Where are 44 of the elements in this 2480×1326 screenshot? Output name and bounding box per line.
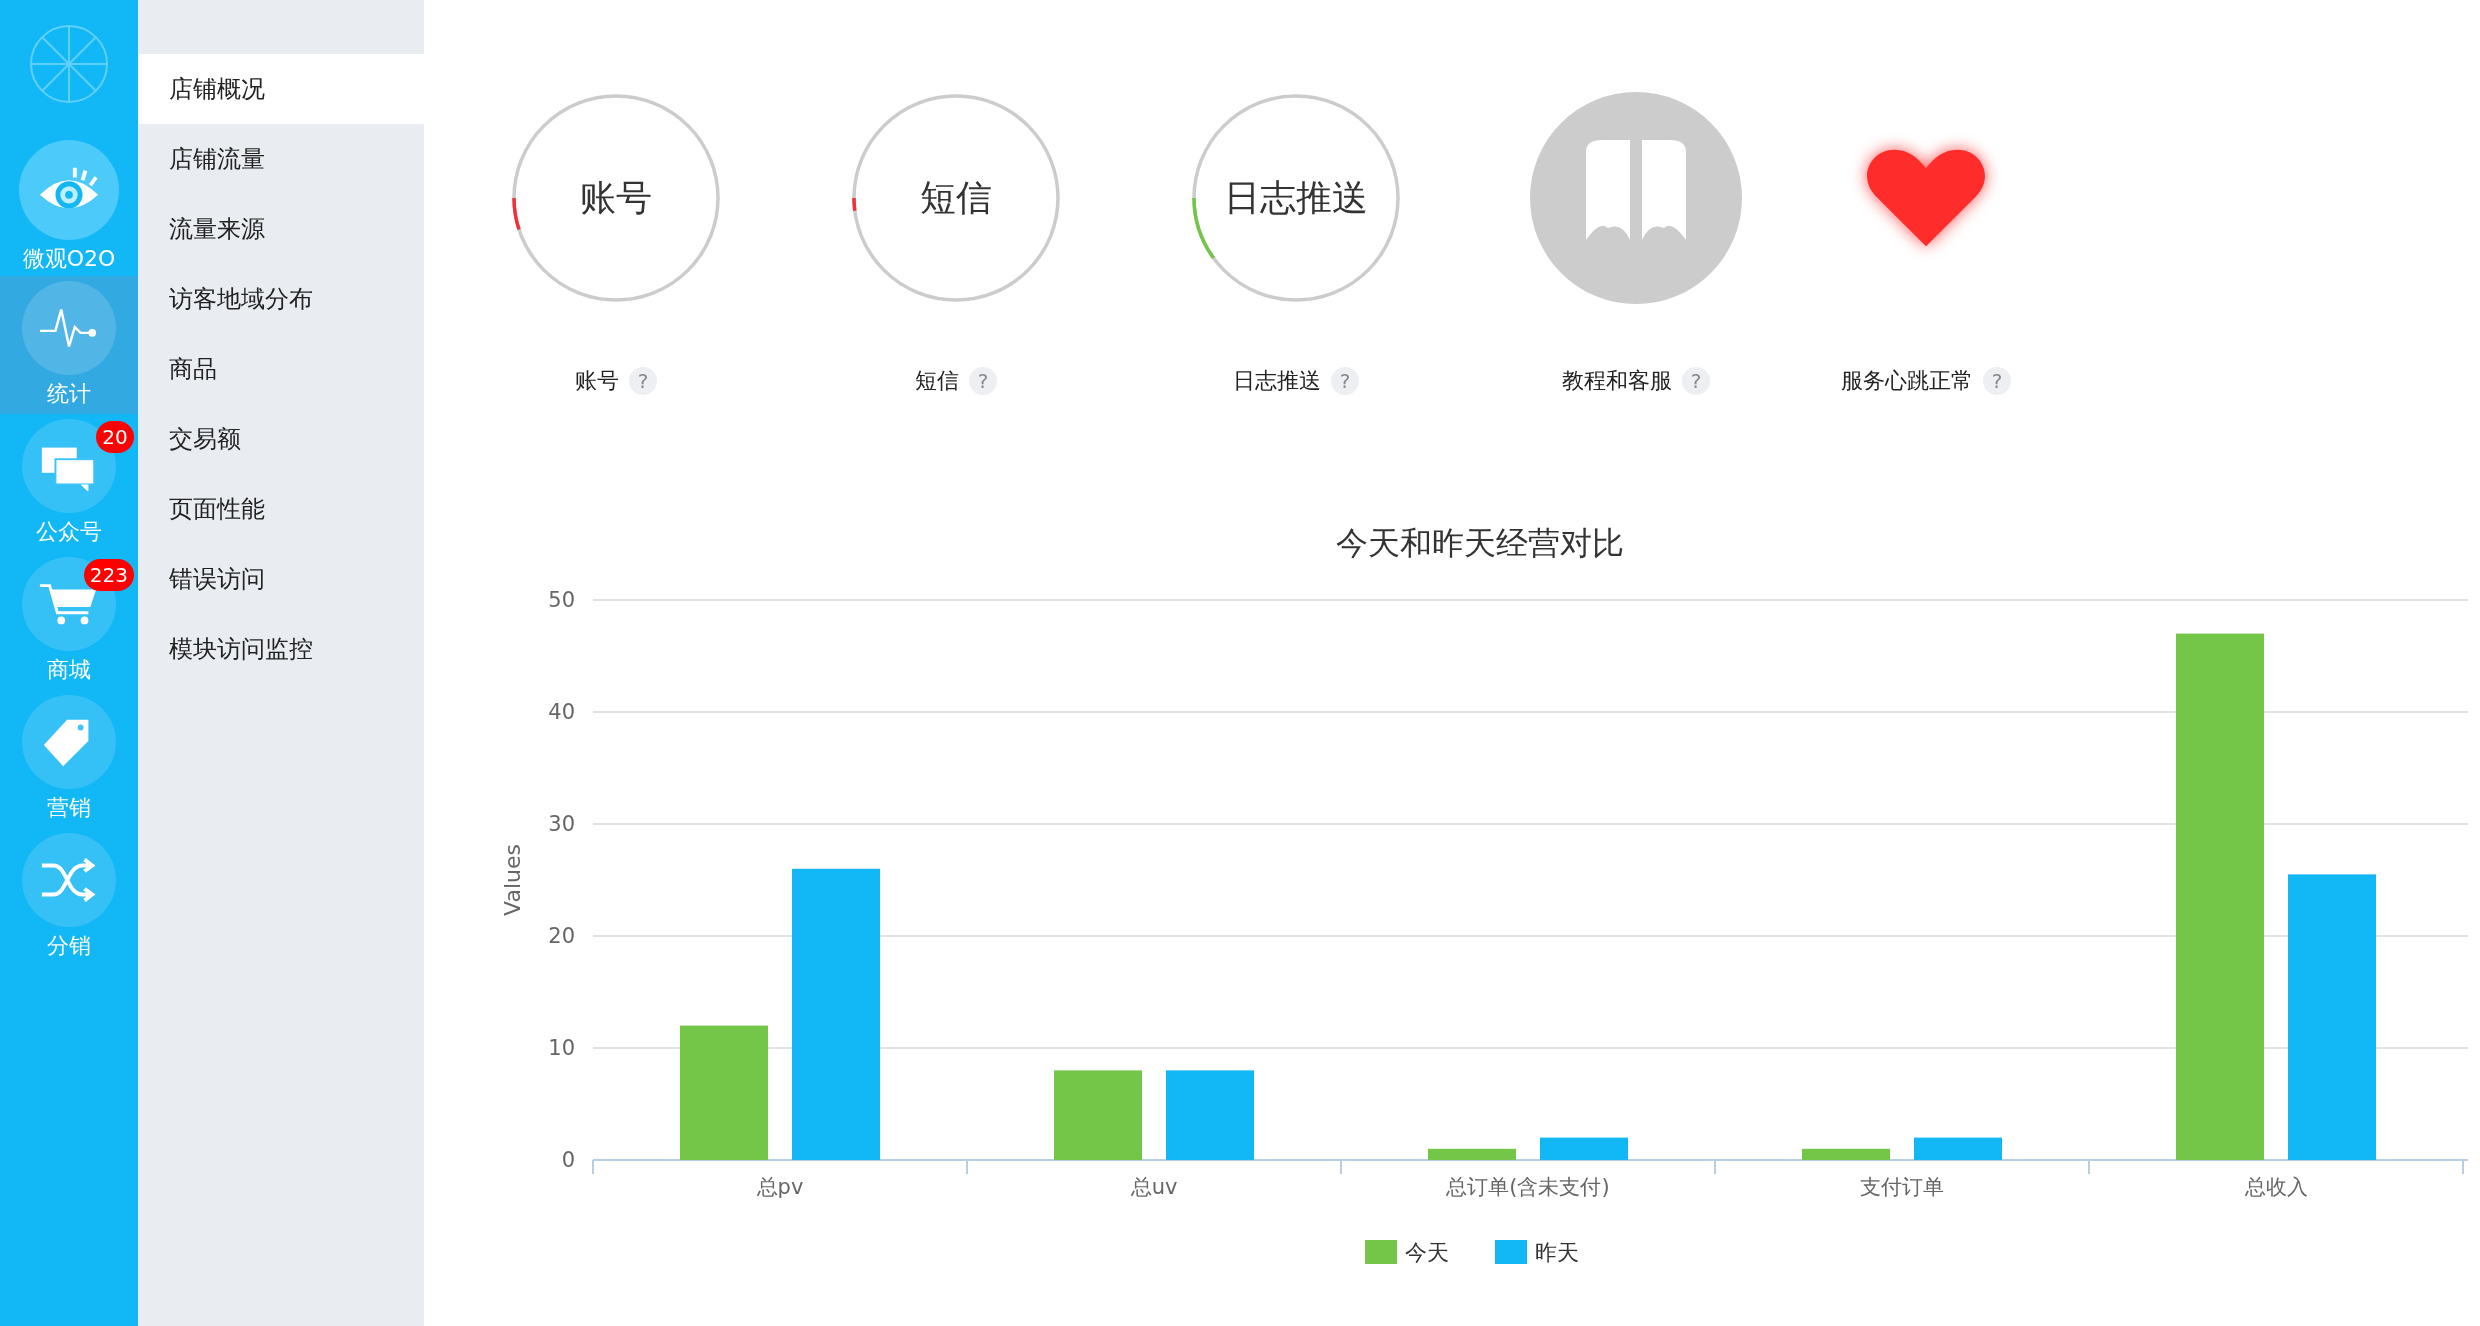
- chart-title: 今天和昨天经营对比: [1336, 524, 1624, 562]
- y-tick-label: 50: [548, 588, 575, 612]
- x-tick-label: 支付订单: [1860, 1175, 1944, 1199]
- nav-item[interactable]: 20 公众号: [0, 414, 138, 552]
- ring-title: 短信: [920, 175, 992, 220]
- y-tick-label: 30: [548, 812, 575, 836]
- status-label: 短信: [915, 367, 959, 395]
- wheel-logo-icon: [29, 24, 109, 104]
- menu-item[interactable]: 交易额: [138, 404, 424, 474]
- x-tick-label: 总收入: [2244, 1175, 2308, 1199]
- menu-item[interactable]: 访客地域分布: [138, 264, 424, 334]
- x-tick-label: 总pv: [756, 1175, 804, 1199]
- legend-label[interactable]: 今天: [1405, 1240, 1449, 1265]
- status-label: 日志推送: [1233, 367, 1321, 395]
- y-tick-label: 10: [548, 1036, 575, 1060]
- nav-label: 商城: [47, 656, 91, 684]
- menu-item[interactable]: 店铺概况: [138, 54, 424, 124]
- y-axis-title: Values: [500, 844, 525, 916]
- ring-title: 日志推送: [1224, 175, 1368, 220]
- legend-label[interactable]: 昨天: [1535, 1240, 1579, 1265]
- y-tick-label: 40: [548, 700, 575, 724]
- status-label: 账号: [575, 367, 619, 395]
- nav-label: 公众号: [36, 518, 102, 546]
- menu-item[interactable]: 模块访问监控: [138, 614, 424, 684]
- nav-label: 营销: [47, 794, 91, 822]
- count-badge: 20: [96, 421, 134, 453]
- menu-item[interactable]: 商品: [138, 334, 424, 404]
- y-tick-label: 20: [548, 924, 575, 948]
- ring-title: 账号: [580, 175, 652, 220]
- nav-label: 统计: [47, 380, 91, 408]
- status-label: 服务心跳正常: [1841, 367, 1973, 395]
- menu-item[interactable]: 页面性能: [138, 474, 424, 544]
- book-icon[interactable]: [1530, 92, 1742, 304]
- nav-label: 分销: [47, 932, 91, 960]
- x-tick-label: 总uv: [1130, 1175, 1178, 1199]
- nav-label: 微观O2O: [22, 245, 116, 273]
- status-label: 教程和客服: [1562, 367, 1672, 395]
- menu-item[interactable]: 流量来源: [138, 194, 424, 264]
- menu-item[interactable]: 错误访问: [138, 544, 424, 614]
- x-tick-label: 总订单(含未支付): [1446, 1175, 1610, 1199]
- count-badge: 223: [83, 559, 134, 591]
- nav-item[interactable]: 223 商城: [0, 552, 138, 690]
- menu-item[interactable]: 店铺流量: [138, 124, 424, 194]
- y-tick-label: 0: [561, 1148, 575, 1172]
